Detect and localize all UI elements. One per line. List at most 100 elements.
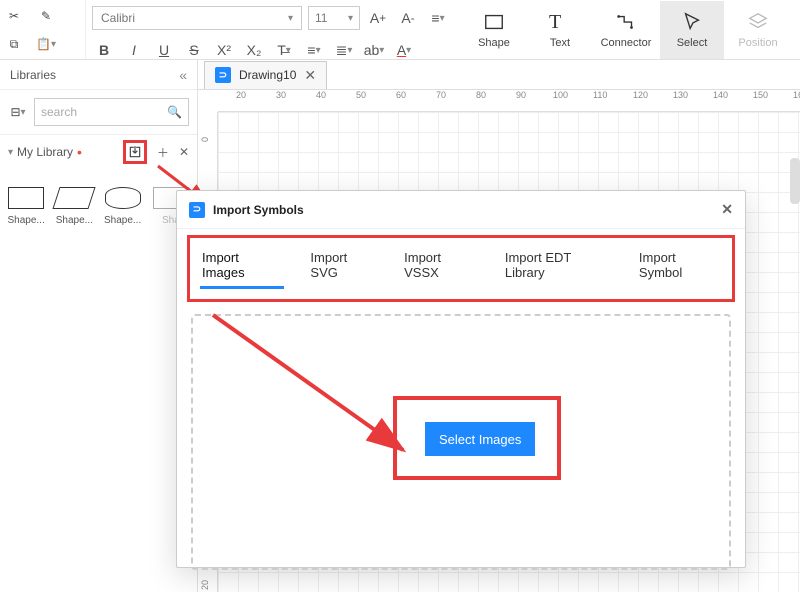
font-family-select[interactable]: Calibri ▾	[92, 6, 302, 30]
ruler-tick: 60	[396, 90, 406, 100]
font-color-button[interactable]: A▾	[392, 38, 416, 62]
decrease-font-icon[interactable]: A-	[396, 6, 420, 30]
tab-import-symbol[interactable]: Import Symbol	[637, 244, 722, 289]
ruler-tick: 100	[553, 90, 568, 100]
collapse-triangle-icon[interactable]: ▾	[8, 147, 13, 158]
shape-label: Shape...	[56, 215, 93, 226]
format-painter-icon[interactable]: ✎	[36, 6, 56, 26]
close-library-button[interactable]: ✕	[179, 145, 189, 159]
search-placeholder: search	[41, 105, 77, 119]
select-images-button[interactable]: Select Images	[425, 422, 535, 456]
import-icon	[128, 145, 142, 159]
app-icon: ⊃	[215, 67, 231, 83]
ruler-tick: 120	[633, 90, 648, 100]
connector-icon	[615, 11, 637, 33]
layers-icon	[747, 11, 769, 33]
horizontal-ruler: 20 30 40 50 60 70 80 90 100 110 120 130 …	[218, 90, 800, 112]
paste-icon[interactable]: 📋▾	[36, 34, 56, 54]
ruler-tick: 70	[436, 90, 446, 100]
my-library-section: ▾ My Library • ＋ ✕	[0, 135, 197, 169]
search-icon: 🔍	[167, 105, 182, 119]
my-library-label: My Library	[17, 145, 73, 159]
ribbon-toolbar: ✂ ✎ ⧉ 📋▾ Calibri ▾ 11 ▾ A+ A- ≡▾ B I U S	[0, 0, 800, 60]
add-library-button[interactable]: ＋	[157, 144, 169, 161]
tab-import-edt[interactable]: Import EDT Library	[503, 244, 613, 289]
collapse-icon[interactable]: «	[179, 67, 187, 83]
shape-tool[interactable]: Shape	[462, 1, 526, 59]
list-button[interactable]: ≣▾	[332, 38, 356, 62]
ruler-tick: 160	[793, 90, 800, 100]
case-button[interactable]: ab▾	[362, 38, 386, 62]
dialog-tabs: Import Images Import SVG Import VSSX Imp…	[194, 244, 728, 289]
italic-button[interactable]: I	[122, 38, 146, 62]
tools-group: Shape T Text Connector Select Position	[462, 0, 790, 59]
tab-import-images[interactable]: Import Images	[200, 244, 284, 289]
tool-label: Select	[677, 37, 708, 49]
increase-font-icon[interactable]: A+	[366, 6, 390, 30]
align-icon[interactable]: ≡▾	[426, 6, 450, 30]
library-search-row: ⊟▾ search 🔍	[0, 90, 197, 135]
tab-import-vssx[interactable]: Import VSSX	[402, 244, 479, 289]
clipboard-group: ✂ ✎ ⧉ 📋▾	[0, 0, 85, 59]
ruler-tick: 20	[200, 580, 210, 590]
app-icon: ⊃	[189, 202, 205, 218]
ruler-tick: 90	[516, 90, 526, 100]
ruler-tick: 50	[356, 90, 366, 100]
ruler-tick: 110	[593, 90, 607, 100]
ruler-tick: 20	[236, 90, 246, 100]
clear-format-button[interactable]: T̶▾	[272, 38, 296, 62]
ruler-tick: 150	[753, 90, 768, 100]
tool-label: Position	[738, 37, 777, 49]
font-family-value: Calibri	[101, 11, 135, 25]
libraries-title: Libraries	[10, 68, 56, 82]
ruler-tick: 140	[713, 90, 728, 100]
rectangle-icon	[483, 11, 505, 33]
font-size-select[interactable]: 11 ▾	[308, 6, 360, 30]
copy-icon[interactable]: ⧉	[4, 34, 24, 54]
close-tab-icon[interactable]: ✕	[304, 67, 316, 84]
text-icon: T	[549, 11, 571, 33]
subscript-button[interactable]: X₂	[242, 38, 266, 62]
tab-import-svg[interactable]: Import SVG	[308, 244, 378, 289]
library-toggle-icon[interactable]: ⊟▾	[8, 102, 28, 122]
libraries-sidebar: Libraries « ⊟▾ search 🔍 ▾ My Library • ＋…	[0, 60, 198, 592]
libraries-header: Libraries «	[0, 60, 197, 90]
document-tabbar: ⊃ Drawing10 ✕	[198, 60, 800, 90]
chevron-down-icon: ▾	[348, 13, 353, 24]
cut-icon[interactable]: ✂	[4, 6, 24, 26]
drop-zone[interactable]: Select Images	[191, 314, 731, 570]
ruler-tick: 40	[316, 90, 326, 100]
select-tool[interactable]: Select	[660, 1, 724, 59]
ruler-tick: 30	[276, 90, 286, 100]
document-tab-label: Drawing10	[239, 68, 296, 82]
strike-button[interactable]: S	[182, 38, 206, 62]
line-spacing-button[interactable]: ≡▾	[302, 38, 326, 62]
superscript-button[interactable]: X²	[212, 38, 236, 62]
document-tab[interactable]: ⊃ Drawing10 ✕	[204, 61, 327, 89]
shape-item[interactable]: Shape...	[103, 187, 143, 226]
tool-label: Shape	[478, 37, 510, 49]
font-size-value: 11	[315, 11, 327, 25]
shape-label: Shape...	[7, 215, 44, 226]
bold-button[interactable]: B	[92, 38, 116, 62]
annotation-tabs-highlight: Import Images Import SVG Import VSSX Imp…	[187, 235, 735, 302]
dialog-titlebar: ⊃ Import Symbols ✕	[177, 191, 745, 229]
import-symbols-dialog: ⊃ Import Symbols ✕ Import Images Import …	[176, 190, 746, 568]
text-tool[interactable]: T Text	[528, 1, 592, 59]
cursor-icon	[681, 11, 703, 33]
shape-item[interactable]: Shape...	[54, 187, 94, 226]
ruler-tick: 130	[673, 90, 688, 100]
position-tool[interactable]: Position	[726, 1, 790, 59]
tool-label: Connector	[601, 37, 652, 49]
dialog-close-button[interactable]: ✕	[721, 201, 733, 218]
ruler-tick: 0	[200, 137, 210, 142]
chevron-down-icon: ▾	[288, 13, 293, 24]
vertical-scrollbar[interactable]	[790, 158, 800, 204]
shape-item[interactable]: Shape...	[6, 187, 46, 226]
import-library-button[interactable]	[123, 140, 147, 164]
font-group: Calibri ▾ 11 ▾ A+ A- ≡▾ B I U S X² X₂ T̶…	[85, 0, 456, 59]
connector-tool[interactable]: Connector	[594, 1, 658, 59]
search-input[interactable]: search 🔍	[34, 98, 189, 126]
underline-button[interactable]: U	[152, 38, 176, 62]
shapes-palette: Shape... Shape... Shape... Sha	[0, 169, 197, 244]
